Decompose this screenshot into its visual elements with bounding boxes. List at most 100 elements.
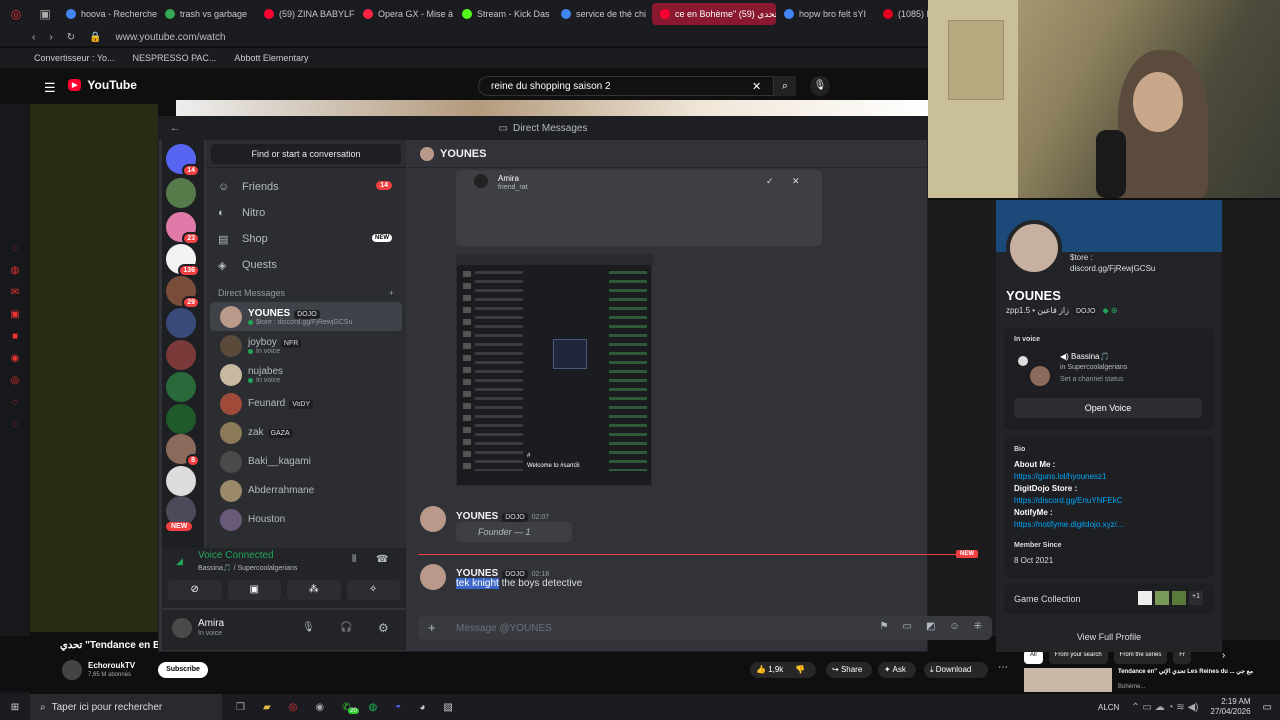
spotify-icon[interactable]: ◍ — [369, 702, 378, 713]
bookmark[interactable]: NESPRESSO PAC... — [133, 53, 217, 63]
voice-status[interactable]: Set a channel status — [1060, 376, 1123, 383]
forward-icon[interactable]: › — [49, 32, 52, 43]
chip-all[interactable]: All — [1024, 650, 1043, 664]
message-composer[interactable]: + Message @YOUNES ⚑ ▭ ◩ ☺ ⁜ — [418, 616, 992, 640]
like-button[interactable]: 👍 1,9k 👎 — [750, 662, 816, 678]
server-icon[interactable] — [166, 466, 196, 496]
chip[interactable]: Fr — [1173, 650, 1192, 664]
dm-item[interactable]: Feunard VoDY — [210, 389, 402, 418]
dm-item[interactable]: zak GAZA — [210, 418, 402, 447]
dm-item[interactable]: Abderrahmane — [210, 476, 402, 505]
dm-item[interactable]: Baki__kagami — [210, 447, 402, 476]
browser-tab[interactable]: service de thé chi — [553, 3, 652, 25]
checkmark-icon[interactable]: ✓ — [766, 176, 774, 187]
microphone-icon[interactable]: 🎙 — [810, 76, 830, 96]
clock[interactable]: 2:19 AM 27/04/2026 — [1211, 697, 1251, 717]
browser-tab[interactable]: (59) ZINA BABYLF — [256, 3, 355, 25]
server-icon[interactable] — [166, 340, 196, 370]
message-text[interactable]: tek knight the boys detective — [456, 578, 582, 589]
task-view-icon[interactable]: ❒ — [236, 702, 245, 713]
gift-icon[interactable]: ⚑ — [880, 621, 889, 632]
weather-label[interactable]: ALCN — [1098, 703, 1119, 712]
back-arrow-icon[interactable]: ← — [170, 123, 180, 134]
sticker-icon[interactable]: ◩ — [926, 621, 935, 632]
user-avatar[interactable] — [172, 618, 192, 638]
bio-link[interactable]: https://guns.lol/hyounesz1 — [1014, 472, 1107, 481]
emoji-icon[interactable]: ☺ — [949, 621, 959, 632]
bookmark[interactable]: Convertisseur : Yo... — [34, 53, 115, 63]
username[interactable]: Amira — [198, 618, 224, 629]
share-button[interactable]: ↪ Share — [826, 662, 872, 678]
nav-shop[interactable]: ▤ Shop NEW — [206, 226, 406, 252]
nav-friends[interactable]: ☺ Friends 14 — [206, 174, 406, 200]
browser-tab[interactable]: Stream - Kick Das — [454, 3, 553, 25]
headphones-icon[interactable]: 🎧 — [340, 622, 352, 633]
browser-tab[interactable]: Opera GX - Mise à — [355, 3, 454, 25]
bookmark[interactable]: Abbott Elementary — [234, 53, 308, 63]
close-icon[interactable]: ✕ — [792, 176, 800, 187]
whatsapp-icon[interactable]: ✆ 20 — [342, 702, 359, 714]
ask-button[interactable]: ✦ Ask — [878, 662, 916, 678]
notifications-icon[interactable]: ▭ — [1263, 702, 1272, 713]
activities-icon[interactable]: ⁂ — [287, 580, 341, 600]
channel-avatar[interactable] — [62, 660, 82, 680]
server-icon[interactable]: 8 — [166, 434, 200, 467]
settings-gear-icon[interactable]: ⚙ — [378, 621, 389, 635]
search-icon[interactable]: ⌕ — [774, 76, 796, 96]
nav-nitro[interactable]: ◐ Nitro — [206, 200, 406, 226]
chevron-right-icon[interactable]: › — [1222, 650, 1225, 661]
more-options-icon[interactable]: ⋯ — [998, 662, 1008, 673]
voice-status-title[interactable]: Voice Connected — [198, 550, 274, 561]
game-collection-card[interactable]: Game Collection +1 — [1004, 584, 1214, 614]
server-icon[interactable] — [166, 372, 196, 402]
youtube-logo[interactable]: ▶ YouTube — [68, 78, 137, 92]
windows-start-icon[interactable]: ⊞ — [0, 702, 30, 713]
related-title[interactable]: Tendance en" تحدي الإتي Les Reines du ..… — [1118, 668, 1258, 676]
screenshot-attachment[interactable]: # Welcome to #sam3i — [456, 254, 653, 486]
taskbar-search[interactable]: ⌕ Taper ici pour rechercher — [30, 694, 222, 720]
youtube-search-input[interactable]: reine du shopping saison 2 — [478, 76, 774, 96]
find-conversation-button[interactable]: Find or start a conversation — [211, 143, 401, 164]
plus-icon[interactable]: + — [389, 288, 394, 298]
nav-quests[interactable]: ◈ Quests — [206, 252, 406, 278]
related-thumbnail[interactable] — [1024, 668, 1112, 692]
clear-search-icon[interactable]: ✕ — [752, 80, 761, 93]
chip[interactable]: From your search — [1048, 650, 1108, 664]
dm-item[interactable]: nujabes In voice — [210, 360, 402, 389]
file-explorer-icon[interactable]: ▰ — [263, 702, 271, 713]
apps-icon[interactable]: ⁜ — [974, 621, 982, 632]
opera-icon[interactable]: ◉ — [315, 702, 324, 713]
url-field[interactable]: www.youtube.com/watch — [116, 32, 226, 43]
server-icon[interactable] — [166, 308, 196, 338]
back-icon[interactable]: ‹ — [32, 32, 35, 43]
microphone-icon[interactable]: 🎙 — [302, 622, 315, 633]
noise-suppression-icon[interactable]: ⫴ — [352, 554, 356, 565]
soundboard-icon[interactable]: ✧ — [346, 580, 400, 600]
gif-icon[interactable]: ▭ — [902, 621, 911, 632]
server-icon[interactable]: 136 — [166, 244, 200, 277]
dm-item[interactable]: Houston — [210, 505, 402, 534]
plus-attach-icon[interactable]: + — [428, 620, 436, 635]
message-avatar[interactable] — [420, 564, 446, 590]
profile-avatar[interactable] — [1006, 220, 1062, 276]
discord-home-icon[interactable]: 14 — [166, 144, 200, 177]
sidebar-icons[interactable]: ◌ ◍ ✉ ▣ ■ ◉ ◎ ◌ ◌ — [0, 68, 30, 436]
dm-item[interactable]: YOUNES DOJO $tore : discord.gg/FjRewjGCSu — [210, 302, 402, 331]
message-avatar[interactable] — [420, 506, 446, 532]
app-icon[interactable]: ▧ — [443, 702, 452, 713]
subscribe-button[interactable]: Subscribe — [158, 662, 208, 678]
thumbs-down-icon[interactable]: 👎 — [795, 665, 805, 674]
discord-icon[interactable]: ◓ — [395, 702, 401, 713]
reload-icon[interactable]: ↻ — [67, 32, 75, 43]
chip[interactable]: From the series — [1113, 650, 1168, 664]
download-button[interactable]: ⤓ Download — [924, 662, 988, 678]
server-icon[interactable] — [166, 178, 196, 208]
system-tray-icons[interactable]: ⌃ ▭ ☁ ◔ ≋ ◀) — [1131, 702, 1198, 713]
bio-link[interactable]: https://discord.gg/EnuYNFEkC — [1014, 496, 1123, 505]
browser-tab[interactable]: trash vs garbage — [157, 3, 256, 25]
view-full-profile-button[interactable]: View Full Profile — [996, 632, 1222, 642]
server-icon[interactable] — [166, 404, 196, 434]
browser-tab[interactable]: hopw bro felt sYI — [776, 3, 875, 25]
opera-gx-icon[interactable]: ◎ — [0, 7, 32, 21]
menu-icon[interactable]: ☰ — [44, 80, 56, 96]
